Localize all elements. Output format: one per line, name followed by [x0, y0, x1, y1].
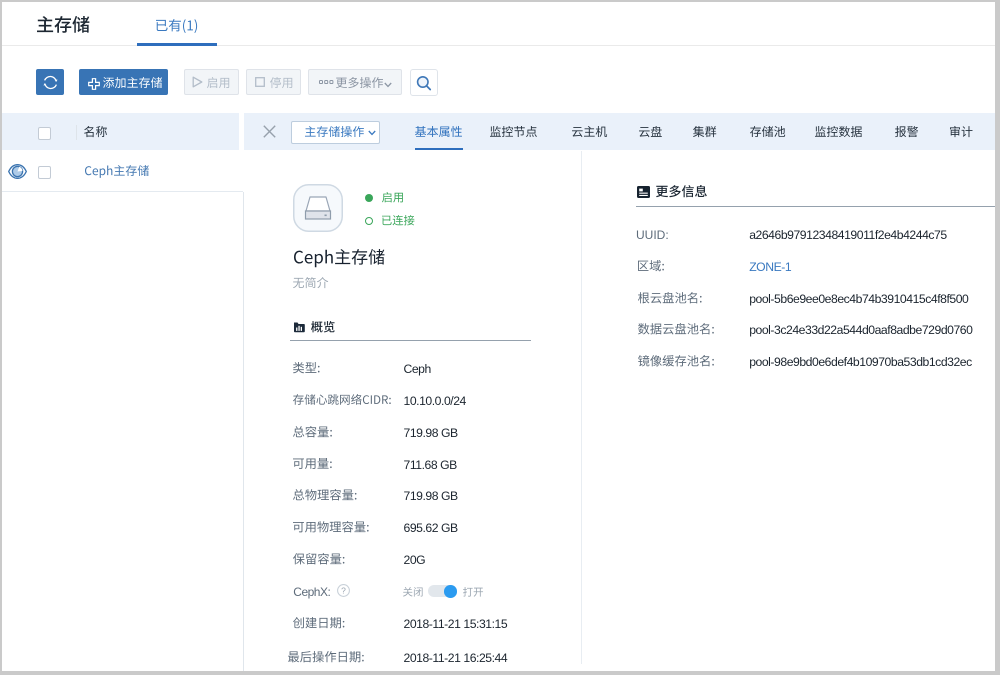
- svg-text:?: ?: [341, 586, 346, 596]
